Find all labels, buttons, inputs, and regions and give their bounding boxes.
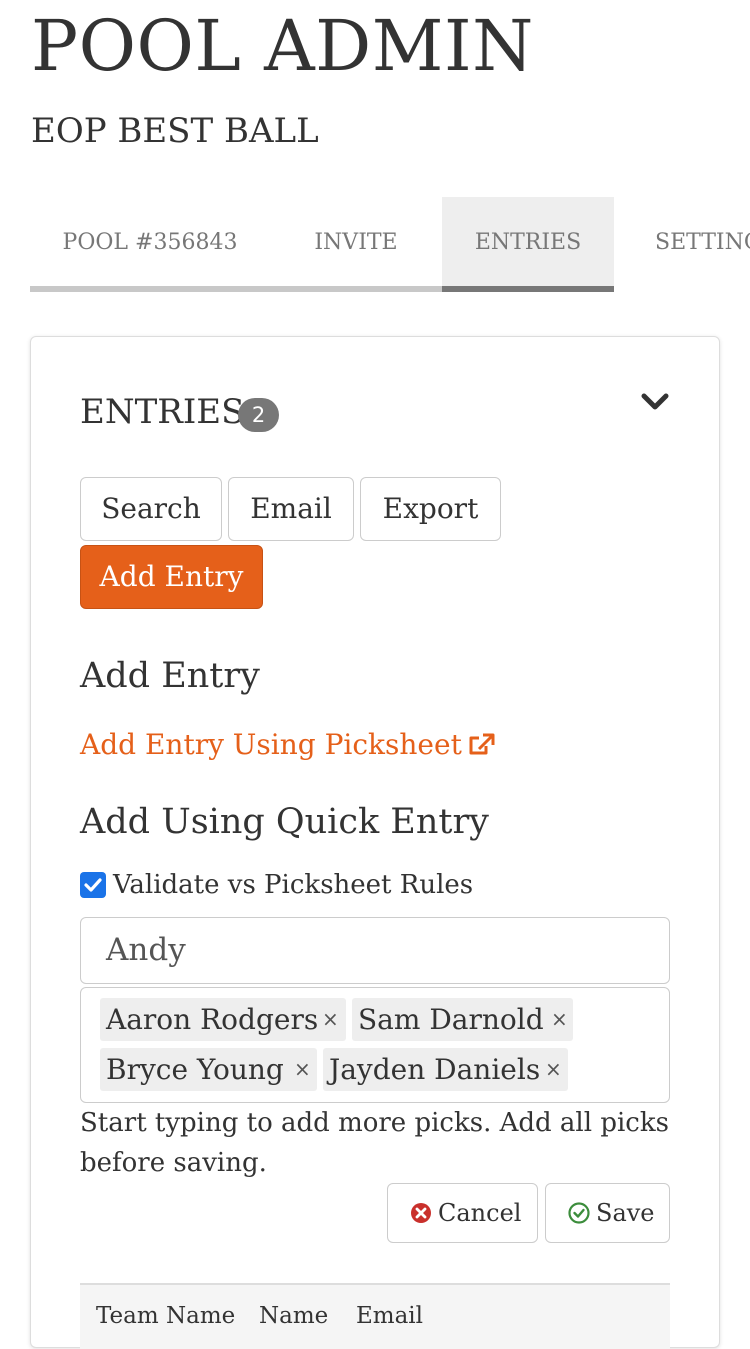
picksheet-link-label: Add Entry Using Picksheet bbox=[80, 728, 462, 761]
column-header-name[interactable]: Name bbox=[259, 1301, 328, 1331]
page-title: POOL ADMIN bbox=[31, 5, 534, 87]
pick-chip-label: Bryce Young bbox=[106, 1053, 284, 1086]
entries-panel: ENTRIES 2 Search Email Export Add Entry … bbox=[30, 336, 720, 1349]
add-entry-button[interactable]: Add Entry bbox=[80, 545, 263, 609]
remove-pick-icon[interactable]: × bbox=[322, 998, 339, 1041]
pick-chip-label: Jayden Daniels bbox=[329, 1053, 541, 1086]
pick-chip: Sam Darnold × bbox=[352, 998, 573, 1041]
entries-count-badge: 2 bbox=[238, 398, 279, 432]
export-button[interactable]: Export bbox=[360, 477, 501, 541]
validate-label: Validate vs Picksheet Rules bbox=[113, 870, 474, 900]
tab-invite[interactable]: INVITE bbox=[280, 197, 432, 286]
cancel-button[interactable]: Cancel bbox=[387, 1183, 538, 1243]
tab-settings[interactable]: SETTINGS bbox=[655, 197, 750, 286]
add-entry-picksheet-link[interactable]: Add Entry Using Picksheet bbox=[80, 725, 495, 768]
entries-table-header: Team Name Name Email bbox=[80, 1283, 670, 1349]
remove-pick-icon[interactable]: × bbox=[545, 1048, 562, 1091]
entries-panel-title: ENTRIES bbox=[80, 392, 245, 432]
add-entry-heading: Add Entry bbox=[80, 656, 260, 696]
cancel-button-label: Cancel bbox=[438, 1199, 522, 1227]
external-link-icon bbox=[468, 728, 495, 768]
pool-name: EOP BEST BALL bbox=[31, 111, 319, 151]
remove-pick-icon[interactable]: × bbox=[551, 998, 568, 1041]
pick-chip: Aaron Rodgers × bbox=[100, 998, 346, 1041]
column-header-team-name[interactable]: Team Name bbox=[96, 1301, 235, 1331]
search-button[interactable]: Search bbox=[80, 477, 222, 541]
tab-entries[interactable]: ENTRIES bbox=[442, 197, 614, 286]
email-button[interactable]: Email bbox=[228, 477, 354, 541]
remove-pick-icon[interactable]: × bbox=[294, 1048, 311, 1091]
tab-bar: POOL #356843 INVITE ENTRIES SETTINGS bbox=[30, 197, 750, 295]
pick-chip: Bryce Young × bbox=[100, 1048, 317, 1091]
tab-entries-active-indicator bbox=[442, 286, 614, 292]
entry-name-input[interactable]: Andy bbox=[80, 917, 670, 984]
pick-chip-label: Sam Darnold bbox=[358, 1003, 544, 1036]
pick-chip-label: Aaron Rodgers bbox=[106, 1003, 319, 1036]
picks-helper-text: Start typing to add more picks. Add all … bbox=[80, 1108, 669, 1178]
column-header-email[interactable]: Email bbox=[356, 1301, 423, 1331]
save-button-label: Save bbox=[596, 1199, 655, 1227]
save-button[interactable]: Save bbox=[545, 1183, 670, 1243]
pick-chip: Jayden Daniels × bbox=[323, 1048, 568, 1091]
picks-input[interactable]: Aaron Rodgers × Sam Darnold × Bryce Youn… bbox=[80, 987, 670, 1103]
quick-entry-heading: Add Using Quick Entry bbox=[80, 802, 489, 842]
chevron-down-icon[interactable] bbox=[639, 391, 671, 415]
validate-checkbox[interactable] bbox=[80, 872, 106, 898]
cancel-circle-icon bbox=[410, 1187, 432, 1245]
check-circle-icon bbox=[568, 1187, 590, 1245]
tab-pool[interactable]: POOL #356843 bbox=[30, 197, 270, 286]
